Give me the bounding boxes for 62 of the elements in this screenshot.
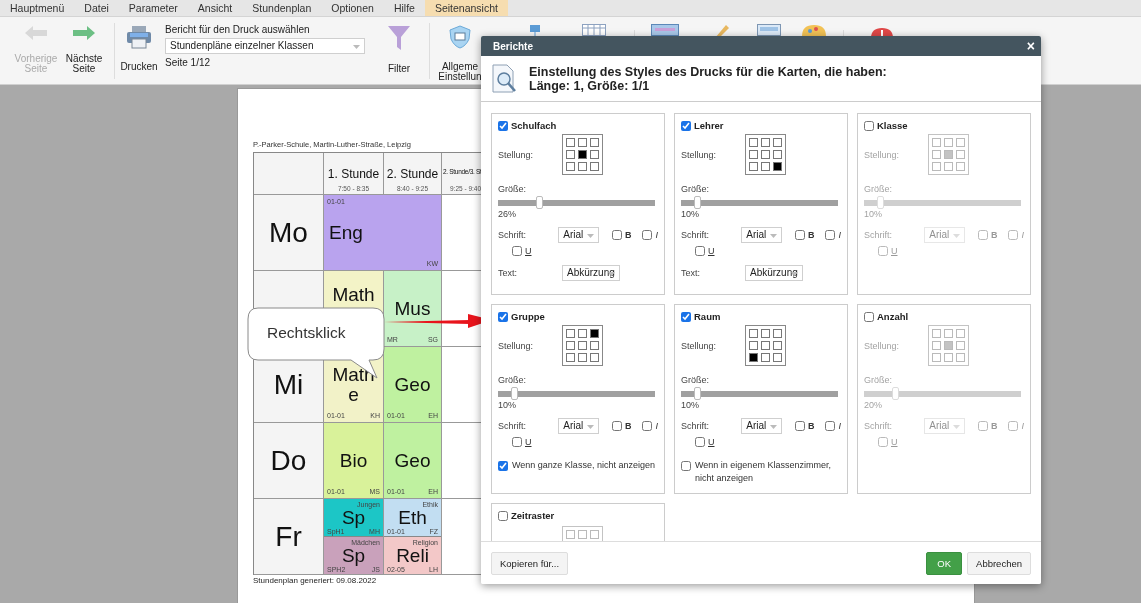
- size-label: Größe:: [864, 375, 893, 385]
- card-title: Zeitraster: [511, 510, 555, 521]
- size-value: 10%: [864, 209, 883, 219]
- bold-label: B: [808, 421, 815, 431]
- font-label: Schrift:: [498, 421, 527, 431]
- text-label: Text:: [681, 268, 701, 278]
- italic-label: I: [655, 230, 658, 240]
- font-label: Schrift:: [864, 421, 893, 431]
- size-value: 10%: [498, 400, 517, 410]
- position-label: Stellung:: [864, 149, 901, 160]
- dialog-heading: Länge: 1, Größe: 1/1: [529, 78, 650, 93]
- size-label: Größe:: [681, 184, 710, 194]
- font-label: Schrift:: [498, 230, 527, 240]
- option-label: Wenn in eigenem Klassenzimmer, nicht anzeigen: [695, 459, 832, 485]
- underline-label: U: [891, 437, 898, 447]
- size-label: Größe:: [498, 184, 527, 194]
- day-label: Mo: [254, 195, 324, 271]
- size-value: 20%: [864, 400, 883, 410]
- bold-label: B: [625, 230, 632, 240]
- card-title: Anzahl: [877, 311, 909, 322]
- bold-label: B: [991, 230, 998, 240]
- card-title: Gruppe: [511, 311, 545, 322]
- card-title: Klasse: [877, 120, 908, 131]
- position-label: Stellung:: [681, 340, 718, 351]
- day-label: Do: [254, 423, 324, 499]
- font-label: Schrift:: [681, 230, 710, 240]
- option-label: Wenn ganze Klasse, nicht anzeigen: [512, 459, 655, 472]
- card-title: Schulfach: [511, 120, 557, 131]
- size-label: Größe:: [498, 375, 527, 385]
- dialog-title: Berichte: [493, 40, 534, 52]
- bold-label: B: [808, 230, 815, 240]
- font-label: Schrift:: [681, 421, 710, 431]
- italic-label: I: [1021, 230, 1024, 240]
- position-label: Stellung:: [864, 340, 901, 351]
- position-label: Stellung:: [498, 340, 535, 351]
- day-label: Fr: [254, 499, 324, 575]
- italic-label: I: [838, 421, 841, 431]
- underline-label: U: [525, 437, 532, 447]
- page-indicator: Seite 1/12: [165, 57, 212, 69]
- size-label: Größe:: [864, 184, 893, 194]
- size-label: Größe:: [681, 375, 710, 385]
- dialog-heading: Einstellung des Styles des Drucks für die Karten, die haben:: [529, 64, 887, 79]
- bold-label: B: [991, 421, 998, 431]
- bold-label: B: [625, 421, 632, 431]
- underline-label: U: [891, 246, 898, 256]
- report-label: Bericht für den Druck auswählen: [165, 24, 311, 36]
- generated-date: Stundenplan generiert: 09.08.2022: [253, 576, 378, 585]
- position-label: Stellung:: [681, 149, 718, 160]
- italic-label: I: [838, 230, 841, 240]
- italic-label: I: [1021, 421, 1024, 431]
- size-value: 26%: [498, 209, 517, 219]
- size-value: 10%: [681, 209, 700, 219]
- card-title: Lehrer: [694, 120, 724, 131]
- underline-label: U: [525, 246, 532, 256]
- font-label: Schrift:: [864, 230, 893, 240]
- size-value: 10%: [681, 400, 700, 410]
- card-title: Raum: [694, 311, 721, 322]
- italic-label: I: [655, 421, 658, 431]
- underline-label: U: [708, 246, 715, 256]
- position-label: Stellung:: [498, 149, 535, 160]
- text-label: Text:: [498, 268, 518, 278]
- underline-label: U: [708, 437, 715, 447]
